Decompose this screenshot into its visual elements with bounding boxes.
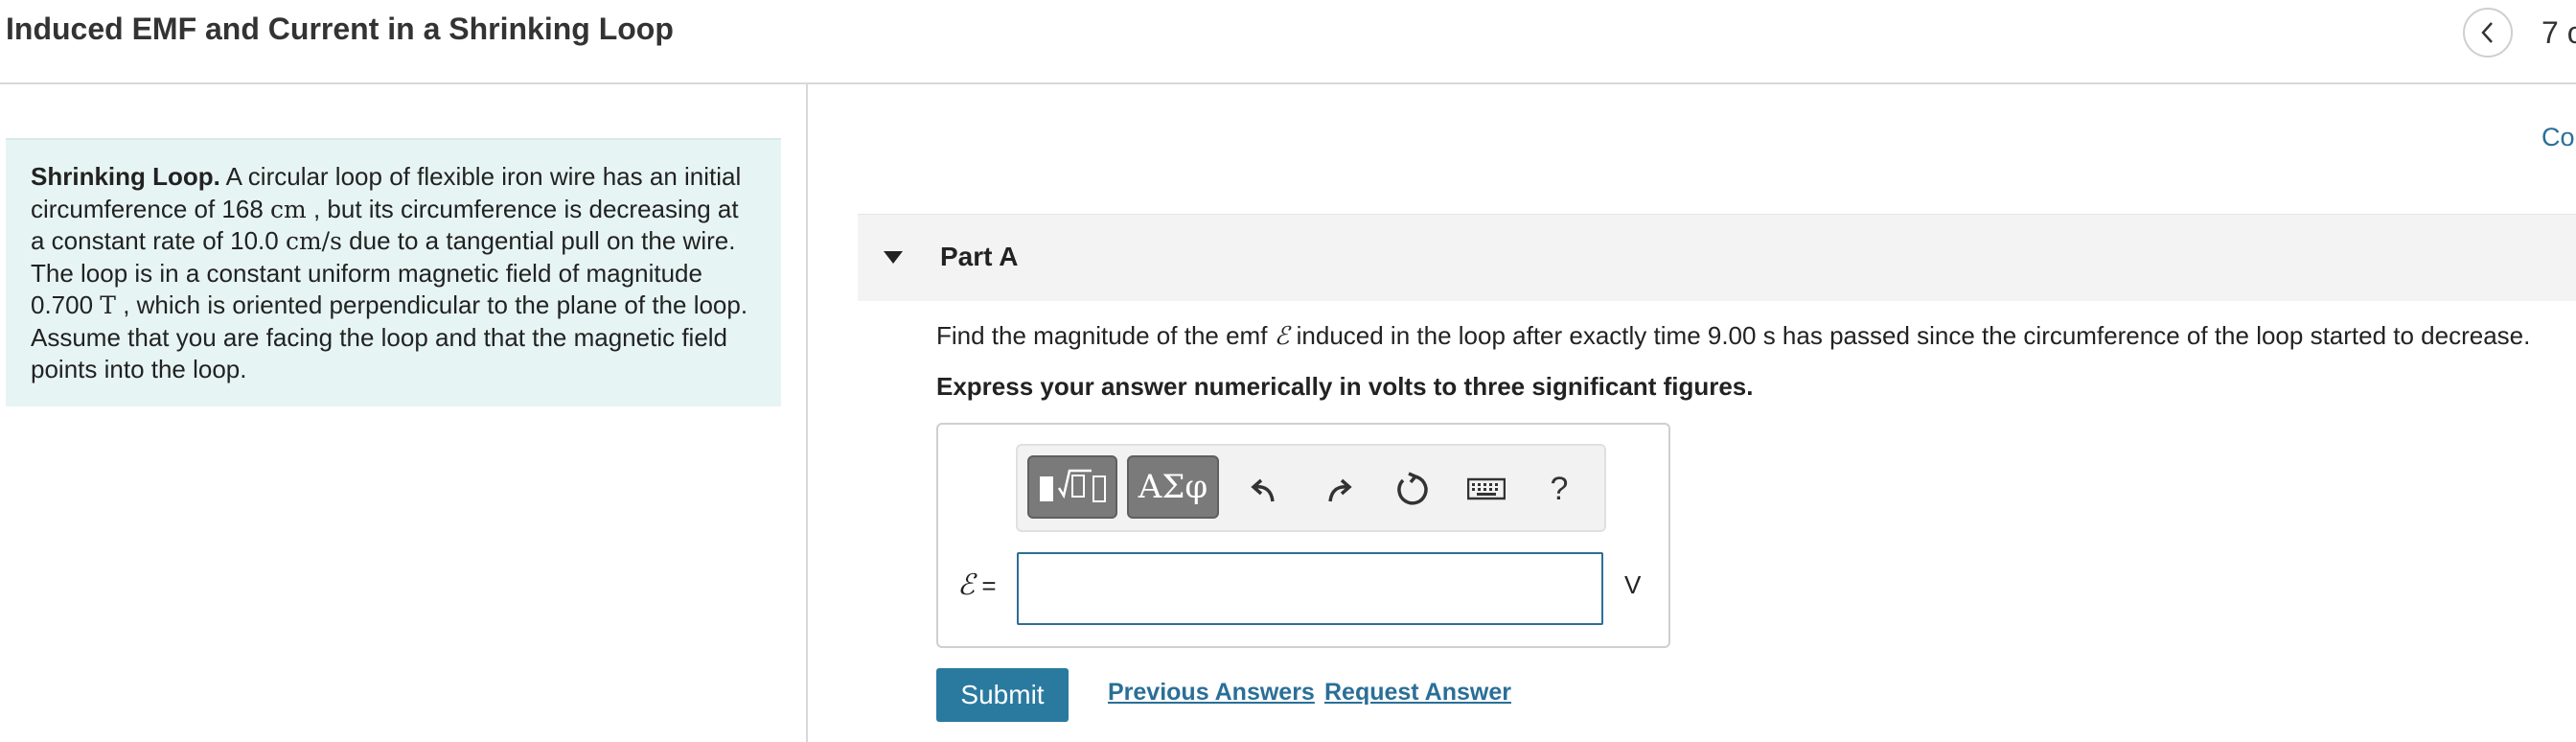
part-a-header[interactable]: Part A [858,214,2576,301]
chevron-left-icon [2481,22,2493,43]
previous-answers-link[interactable]: Previous Answers [1108,679,1315,707]
templates-button[interactable] [1027,455,1117,519]
equals-sign: = [975,571,997,600]
keyboard-icon[interactable] [1462,463,1510,515]
answer-variable-label: ℰ = [957,568,997,602]
question-text: Find the magnitude of the emf ℰ induced … [936,321,2530,351]
answer-input[interactable] [1017,552,1603,625]
variable-symbol: ℰ [957,568,976,602]
back-button[interactable] [2463,8,2513,58]
unit-label: V [1624,570,1642,599]
emf-symbol: ℰ [1274,322,1290,351]
greek-symbols-button[interactable]: ΑΣφ [1127,455,1219,519]
problem-heading: Shrinking Loop. [31,162,220,191]
question-before: Find the magnitude of the emf [936,321,1275,350]
undo-icon[interactable] [1240,463,1288,515]
answer-instruction: Express your answer numerically in volts… [936,372,1754,401]
math-toolbar: ΑΣφ ? [1016,444,1606,532]
submit-button[interactable]: Submit [936,668,1069,722]
page-count: 7 o [2542,15,2576,50]
question-after: induced in the loop after exactly time 9… [1289,321,2531,350]
caret-down-icon [884,251,903,264]
help-label: ? [1550,470,1569,507]
unit-cm-per-s: cm/s [285,227,342,255]
reset-icon[interactable] [1388,463,1436,515]
answer-box: ΑΣφ ? ℰ = V [936,423,1670,648]
unit-cm: cm [270,195,307,223]
problem-text-4: , which is oriented perpendicular to the… [31,290,748,383]
help-button[interactable]: ? [1535,463,1583,515]
unit-tesla: T [100,291,116,319]
problem-statement: Shrinking Loop. A circular loop of flexi… [6,138,781,406]
templates-icon [1040,469,1106,502]
greek-label: ΑΣφ [1138,468,1208,506]
header-bar: Induced EMF and Current in a Shrinking L… [0,0,2576,84]
panel-divider [806,84,808,742]
side-link[interactable]: Co [2542,123,2575,152]
redo-icon[interactable] [1315,463,1363,515]
part-title: Part A [940,242,1019,271]
page-title: Induced EMF and Current in a Shrinking L… [6,12,674,46]
request-answer-link[interactable]: Request Answer [1324,679,1511,707]
